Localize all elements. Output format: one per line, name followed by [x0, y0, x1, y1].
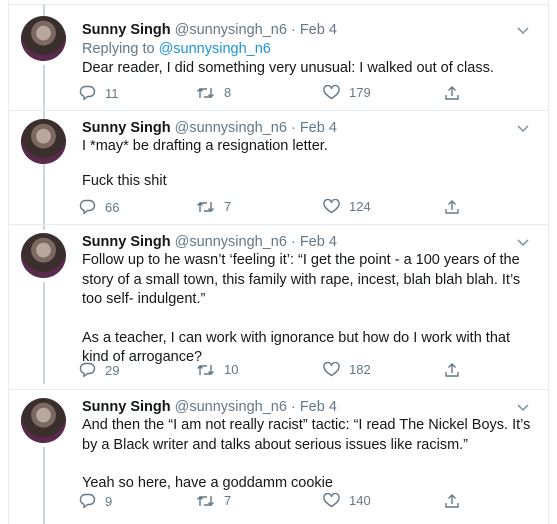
tweet-date[interactable]: Feb 4 [300, 234, 337, 250]
tweet-header: Sunny Singh @sunnysingh_n6 · Feb 4 [82, 234, 337, 250]
retweet-count: 7 [224, 199, 232, 214]
share-icon [444, 493, 460, 509]
like-count: 179 [349, 85, 371, 100]
tweet-actions: 29 10 182 [79, 362, 479, 382]
reply-count: 9 [105, 493, 113, 509]
reply-icon [79, 199, 96, 215]
replying-to-link[interactable]: @sunnysingh_n6 [159, 41, 271, 57]
author-handle[interactable]: @sunnysingh_n6 [175, 234, 287, 250]
tweet-text: Follow up to he wasn’t ‘feeling it’: “I … [82, 251, 537, 368]
tweet-actions: 66 7 124 [79, 199, 479, 219]
divider [9, 224, 548, 225]
divider [9, 110, 548, 111]
retweet-icon [196, 86, 215, 100]
author-handle[interactable]: @sunnysingh_n6 [175, 399, 287, 415]
tweet-text: Dear reader, I did something very unusua… [82, 59, 537, 79]
like-button[interactable]: 182 [323, 362, 371, 377]
share-icon [444, 362, 460, 378]
retweet-count: 7 [224, 493, 232, 508]
avatar[interactable] [21, 16, 66, 61]
reply-button[interactable]: 11 [79, 85, 119, 101]
replying-to: Replying to @sunnysingh_n6 [82, 41, 271, 57]
tweet-text: And then the “I am not really racist” ta… [82, 416, 537, 494]
share-button[interactable] [444, 199, 460, 215]
reply-count: 66 [105, 199, 120, 215]
share-button[interactable] [444, 85, 460, 101]
tweet-paragraph: Yeah so here, have a goddamm cookie [82, 475, 333, 491]
timeline: Sunny Singh @sunnysingh_n6 · Feb 4 Reply… [8, 0, 549, 524]
retweet-button[interactable]: 10 [196, 362, 238, 377]
reply-button[interactable]: 9 [79, 493, 112, 509]
tweet-header: Sunny Singh @sunnysingh_n6 · Feb 4 [82, 120, 337, 136]
retweet-button[interactable]: 7 [196, 493, 231, 508]
author-name[interactable]: Sunny Singh [82, 22, 171, 38]
separator: · [286, 22, 300, 38]
retweet-count: 8 [224, 85, 232, 100]
avatar[interactable] [21, 398, 66, 443]
chevron-down-icon[interactable] [516, 235, 530, 251]
tweet-actions: 11 8 179 [79, 85, 479, 105]
tweet-date[interactable]: Feb 4 [300, 120, 337, 136]
share-icon [444, 199, 460, 215]
reply-count: 11 [105, 85, 119, 101]
retweet-button[interactable]: 7 [196, 199, 231, 214]
heart-icon [323, 493, 340, 508]
reply-icon [79, 362, 96, 378]
tweet-actions: 9 7 140 [79, 493, 479, 513]
tweet-paragraph: I *may* be drafting a resignation letter… [82, 138, 328, 154]
heart-icon [323, 199, 340, 214]
tweet-header: Sunny Singh @sunnysingh_n6 · Feb 4 [82, 22, 337, 38]
thread-line [43, 447, 45, 524]
separator: · [286, 399, 300, 415]
reply-icon [79, 493, 96, 509]
share-icon [444, 85, 460, 101]
author-handle[interactable]: @sunnysingh_n6 [175, 120, 287, 136]
like-count: 124 [349, 199, 371, 214]
tweet-date[interactable]: Feb 4 [300, 399, 337, 415]
like-button[interactable]: 140 [323, 493, 371, 508]
tweet-header: Sunny Singh @sunnysingh_n6 · Feb 4 [82, 399, 337, 415]
separator: · [286, 234, 300, 250]
thread-line [43, 4, 45, 16]
reply-count: 29 [105, 362, 120, 378]
author-name[interactable]: Sunny Singh [82, 120, 171, 136]
tweet-paragraph: Fuck this shit [82, 172, 167, 189]
chevron-down-icon[interactable] [516, 23, 530, 39]
share-button[interactable] [444, 493, 460, 509]
heart-icon [323, 362, 340, 377]
thread-line [43, 282, 45, 384]
author-handle[interactable]: @sunnysingh_n6 [175, 22, 287, 38]
separator: · [286, 120, 300, 136]
chevron-down-icon[interactable] [516, 121, 530, 137]
retweet-icon [196, 200, 215, 214]
reply-icon [79, 85, 96, 101]
chevron-down-icon[interactable] [516, 400, 530, 416]
avatar[interactable] [21, 233, 66, 278]
retweet-button[interactable]: 8 [196, 85, 231, 100]
retweet-icon [196, 363, 215, 377]
like-button[interactable]: 179 [323, 85, 371, 100]
thread-line [43, 168, 45, 230]
reply-button[interactable]: 66 [79, 199, 119, 215]
like-button[interactable]: 124 [323, 199, 371, 214]
replying-to-label: Replying to [82, 41, 155, 57]
avatar[interactable] [21, 119, 66, 164]
tweet-text: I *may* be drafting a resignation letter… [82, 137, 537, 191]
divider [9, 389, 548, 390]
tweet-paragraph: Dear reader, I did something very unusua… [82, 60, 494, 76]
retweet-count: 10 [224, 362, 239, 377]
like-count: 182 [349, 362, 371, 377]
share-button[interactable] [444, 362, 460, 378]
author-name[interactable]: Sunny Singh [82, 399, 171, 415]
heart-icon [323, 85, 340, 100]
divider [9, 4, 548, 5]
retweet-icon [196, 494, 215, 508]
tweet-date[interactable]: Feb 4 [300, 22, 337, 38]
reply-button[interactable]: 29 [79, 362, 119, 378]
author-name[interactable]: Sunny Singh [82, 234, 171, 250]
tweet-paragraph: Follow up to he wasn’t ‘feeling it’: “I … [82, 252, 521, 307]
tweet-paragraph: And then the “I am not really racist” ta… [82, 417, 531, 453]
like-count: 140 [349, 493, 371, 508]
